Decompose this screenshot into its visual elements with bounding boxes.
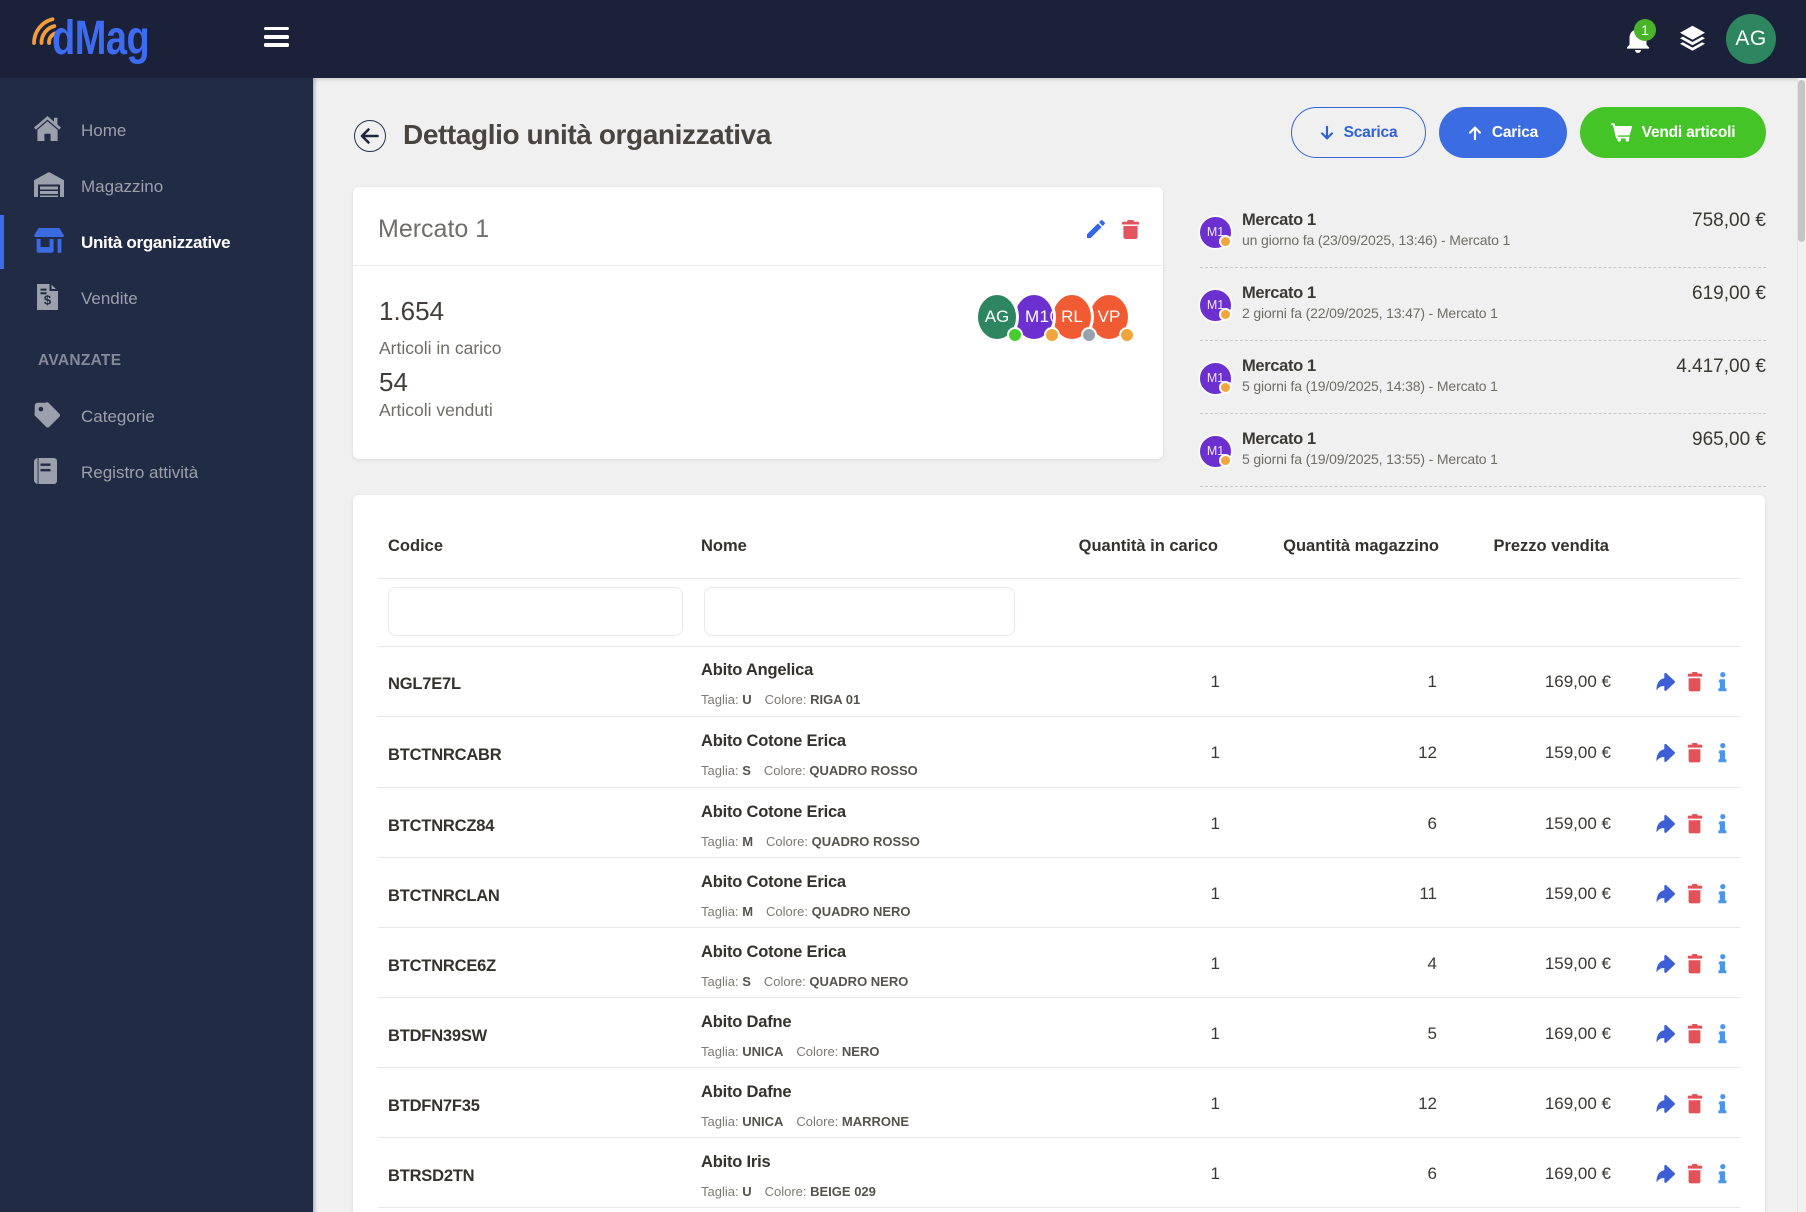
- svg-text:$: $: [44, 293, 52, 308]
